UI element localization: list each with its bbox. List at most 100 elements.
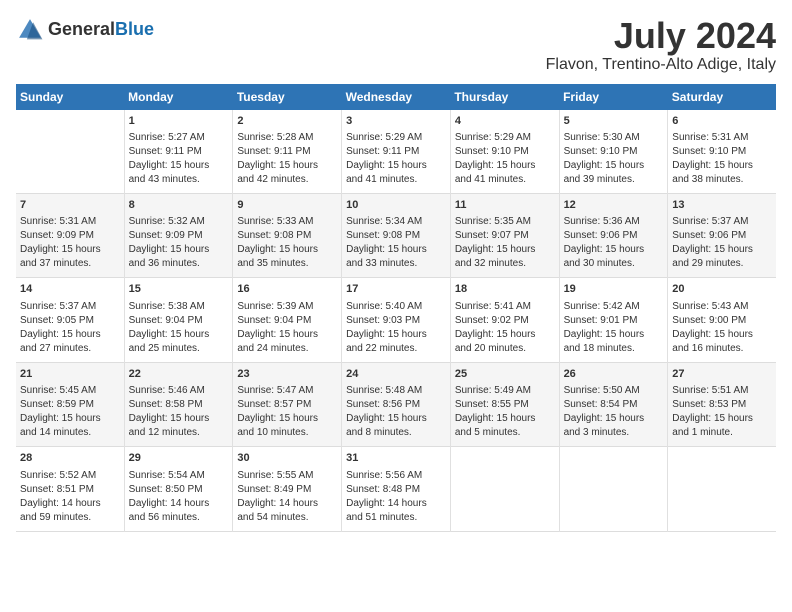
day-info: Sunrise: 5:34 AM Sunset: 9:08 PM Dayligh… bbox=[346, 215, 446, 271]
day-info: Sunrise: 5:42 AM Sunset: 9:01 PM Dayligh… bbox=[564, 300, 664, 356]
day-number: 13 bbox=[672, 198, 772, 213]
week-row-1: 1Sunrise: 5:27 AM Sunset: 9:11 PM Daylig… bbox=[16, 110, 776, 194]
day-cell bbox=[559, 447, 668, 531]
page-header: GeneralBlue July 2024 Flavon, Trentino-A… bbox=[16, 16, 776, 74]
day-cell: 16Sunrise: 5:39 AM Sunset: 9:04 PM Dayli… bbox=[233, 278, 342, 362]
day-info: Sunrise: 5:27 AM Sunset: 9:11 PM Dayligh… bbox=[129, 131, 229, 187]
day-cell: 5 Sunrise: 5:30 AM Sunset: 9:10 PM Daylig… bbox=[559, 110, 668, 194]
day-cell: 11Sunrise: 5:35 AM Sunset: 9:07 PM Dayli… bbox=[450, 193, 559, 277]
day-cell: 26 Sunrise: 5:50 AM Sunset: 8:54 PM Dayli… bbox=[559, 362, 668, 446]
day-number: 6 bbox=[672, 114, 772, 129]
day-info: Sunrise: 5:56 AM Sunset: 8:48 PM Dayligh… bbox=[346, 469, 446, 525]
day-number: 25 bbox=[455, 367, 555, 382]
day-cell: 25 Sunrise: 5:49 AM Sunset: 8:55 PM Dayli… bbox=[450, 362, 559, 446]
day-number: 10 bbox=[346, 198, 446, 213]
day-info: Sunrise: 5:32 AM Sunset: 9:09 PM Dayligh… bbox=[129, 215, 229, 271]
calendar-body: 1Sunrise: 5:27 AM Sunset: 9:11 PM Daylig… bbox=[16, 110, 776, 531]
day-info: Sunrise: 5:33 AM Sunset: 9:08 PM Dayligh… bbox=[237, 215, 337, 271]
header-row: SundayMondayTuesdayWednesdayThursdayFrid… bbox=[16, 84, 776, 110]
day-cell: 7 Sunrise: 5:31 AM Sunset: 9:09 PM Daylig… bbox=[16, 193, 124, 277]
week-row-5: 28 Sunrise: 5:52 AM Sunset: 8:51 PM Dayli… bbox=[16, 447, 776, 531]
day-cell: 20Sunrise: 5:43 AM Sunset: 9:00 PM Dayli… bbox=[668, 278, 776, 362]
day-cell: 30 Sunrise: 5:55 AM Sunset: 8:49 PM Dayli… bbox=[233, 447, 342, 531]
day-cell: 28 Sunrise: 5:52 AM Sunset: 8:51 PM Dayli… bbox=[16, 447, 124, 531]
day-info: Sunrise: 5:47 AM Sunset: 8:57 PM Dayligh… bbox=[237, 384, 337, 440]
logo-icon bbox=[16, 16, 44, 44]
day-info: Sunrise: 5:28 AM Sunset: 9:11 PM Dayligh… bbox=[237, 131, 337, 187]
day-info: Sunrise: 5:31 AM Sunset: 9:10 PM Dayligh… bbox=[672, 131, 772, 187]
day-cell: 27 Sunrise: 5:51 AM Sunset: 8:53 PM Dayli… bbox=[668, 362, 776, 446]
day-info: Sunrise: 5:30 AM Sunset: 9:10 PM Dayligh… bbox=[564, 131, 664, 187]
day-cell: 29 Sunrise: 5:54 AM Sunset: 8:50 PM Dayli… bbox=[124, 447, 233, 531]
day-number: 28 bbox=[20, 451, 120, 466]
day-info: Sunrise: 5:50 AM Sunset: 8:54 PM Dayligh… bbox=[564, 384, 664, 440]
day-cell: 12Sunrise: 5:36 AM Sunset: 9:06 PM Dayli… bbox=[559, 193, 668, 277]
title-area: July 2024 Flavon, Trentino-Alto Adige, I… bbox=[546, 16, 776, 74]
day-info: Sunrise: 5:54 AM Sunset: 8:50 PM Dayligh… bbox=[129, 469, 229, 525]
day-info: Sunrise: 5:36 AM Sunset: 9:06 PM Dayligh… bbox=[564, 215, 664, 271]
day-cell: 31Sunrise: 5:56 AM Sunset: 8:48 PM Dayli… bbox=[342, 447, 451, 531]
day-number: 8 bbox=[129, 198, 229, 213]
day-info: Sunrise: 5:31 AM Sunset: 9:09 PM Dayligh… bbox=[20, 215, 120, 271]
day-number: 11 bbox=[455, 198, 555, 213]
calendar-header: SundayMondayTuesdayWednesdayThursdayFrid… bbox=[16, 84, 776, 110]
day-info: Sunrise: 5:39 AM Sunset: 9:04 PM Dayligh… bbox=[237, 300, 337, 356]
day-number: 7 bbox=[20, 198, 120, 213]
day-info: Sunrise: 5:29 AM Sunset: 9:10 PM Dayligh… bbox=[455, 131, 555, 187]
day-cell: 9 Sunrise: 5:33 AM Sunset: 9:08 PM Daylig… bbox=[233, 193, 342, 277]
day-info: Sunrise: 5:29 AM Sunset: 9:11 PM Dayligh… bbox=[346, 131, 446, 187]
day-cell: 17 Sunrise: 5:40 AM Sunset: 9:03 PM Dayli… bbox=[342, 278, 451, 362]
header-cell-saturday: Saturday bbox=[668, 84, 776, 110]
day-info: Sunrise: 5:37 AM Sunset: 9:05 PM Dayligh… bbox=[20, 300, 120, 356]
month-year-title: July 2024 bbox=[546, 16, 776, 56]
day-cell: 10 Sunrise: 5:34 AM Sunset: 9:08 PM Dayli… bbox=[342, 193, 451, 277]
day-info: Sunrise: 5:40 AM Sunset: 9:03 PM Dayligh… bbox=[346, 300, 446, 356]
logo-general: GeneralBlue bbox=[48, 20, 154, 40]
day-info: Sunrise: 5:48 AM Sunset: 8:56 PM Dayligh… bbox=[346, 384, 446, 440]
week-row-4: 21 Sunrise: 5:45 AM Sunset: 8:59 PM Dayli… bbox=[16, 362, 776, 446]
day-info: Sunrise: 5:46 AM Sunset: 8:58 PM Dayligh… bbox=[129, 384, 229, 440]
day-cell: 22 Sunrise: 5:46 AM Sunset: 8:58 PM Dayli… bbox=[124, 362, 233, 446]
header-cell-friday: Friday bbox=[559, 84, 668, 110]
day-cell: 6 Sunrise: 5:31 AM Sunset: 9:10 PM Daylig… bbox=[668, 110, 776, 194]
day-cell bbox=[16, 110, 124, 194]
day-number: 17 bbox=[346, 282, 446, 297]
day-number: 3 bbox=[346, 114, 446, 129]
calendar-table: SundayMondayTuesdayWednesdayThursdayFrid… bbox=[16, 84, 776, 532]
day-number: 29 bbox=[129, 451, 229, 466]
day-info: Sunrise: 5:49 AM Sunset: 8:55 PM Dayligh… bbox=[455, 384, 555, 440]
week-row-3: 14 Sunrise: 5:37 AM Sunset: 9:05 PM Dayli… bbox=[16, 278, 776, 362]
day-number: 5 bbox=[564, 114, 664, 129]
day-number: 2 bbox=[237, 114, 337, 129]
header-cell-tuesday: Tuesday bbox=[233, 84, 342, 110]
day-info: Sunrise: 5:51 AM Sunset: 8:53 PM Dayligh… bbox=[672, 384, 772, 440]
day-cell: 15 Sunrise: 5:38 AM Sunset: 9:04 PM Dayli… bbox=[124, 278, 233, 362]
day-cell: 18Sunrise: 5:41 AM Sunset: 9:02 PM Dayli… bbox=[450, 278, 559, 362]
day-cell bbox=[450, 447, 559, 531]
header-cell-monday: Monday bbox=[124, 84, 233, 110]
day-cell: 24 Sunrise: 5:48 AM Sunset: 8:56 PM Dayli… bbox=[342, 362, 451, 446]
day-info: Sunrise: 5:55 AM Sunset: 8:49 PM Dayligh… bbox=[237, 469, 337, 525]
day-info: Sunrise: 5:52 AM Sunset: 8:51 PM Dayligh… bbox=[20, 469, 120, 525]
day-cell: 8 Sunrise: 5:32 AM Sunset: 9:09 PM Daylig… bbox=[124, 193, 233, 277]
day-number: 18 bbox=[455, 282, 555, 297]
day-number: 27 bbox=[672, 367, 772, 382]
day-number: 26 bbox=[564, 367, 664, 382]
day-info: Sunrise: 5:38 AM Sunset: 9:04 PM Dayligh… bbox=[129, 300, 229, 356]
day-number: 30 bbox=[237, 451, 337, 466]
day-number: 4 bbox=[455, 114, 555, 129]
day-number: 22 bbox=[129, 367, 229, 382]
day-number: 21 bbox=[20, 367, 120, 382]
day-number: 19 bbox=[564, 282, 664, 297]
day-cell bbox=[668, 447, 776, 531]
day-info: Sunrise: 5:43 AM Sunset: 9:00 PM Dayligh… bbox=[672, 300, 772, 356]
day-number: 9 bbox=[237, 198, 337, 213]
day-cell: 4 Sunrise: 5:29 AM Sunset: 9:10 PM Daylig… bbox=[450, 110, 559, 194]
day-number: 24 bbox=[346, 367, 446, 382]
day-info: Sunrise: 5:37 AM Sunset: 9:06 PM Dayligh… bbox=[672, 215, 772, 271]
day-cell: 1Sunrise: 5:27 AM Sunset: 9:11 PM Daylig… bbox=[124, 110, 233, 194]
day-number: 14 bbox=[20, 282, 120, 297]
day-info: Sunrise: 5:45 AM Sunset: 8:59 PM Dayligh… bbox=[20, 384, 120, 440]
day-cell: 2 Sunrise: 5:28 AM Sunset: 9:11 PM Daylig… bbox=[233, 110, 342, 194]
day-number: 15 bbox=[129, 282, 229, 297]
